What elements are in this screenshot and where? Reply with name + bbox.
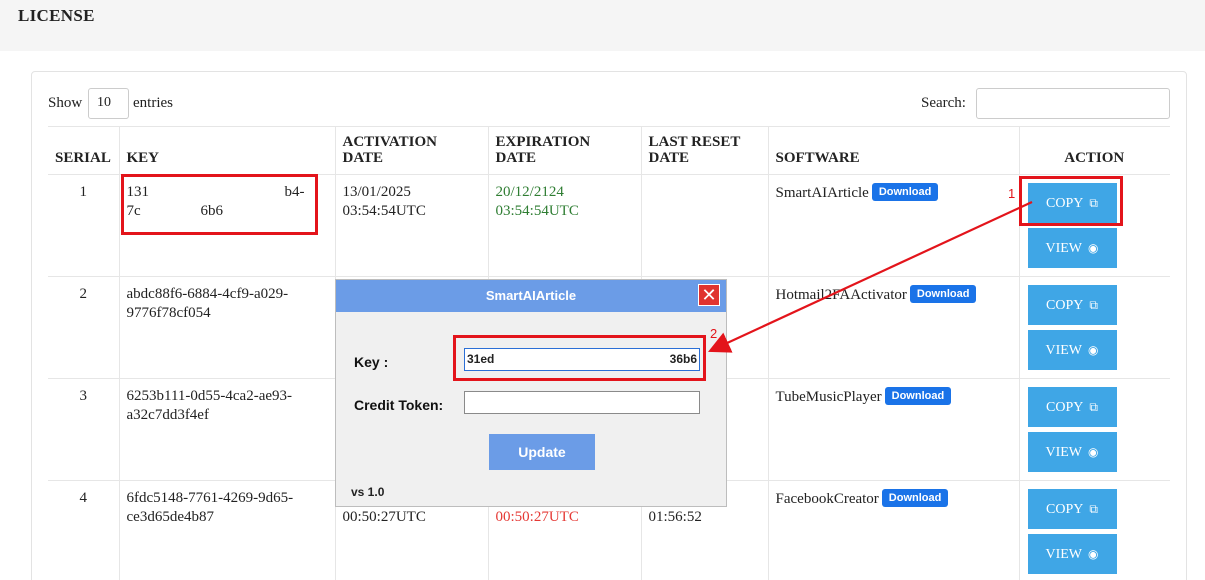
search-input[interactable] <box>976 88 1170 119</box>
header-software[interactable]: SOFTWARE <box>768 126 1020 175</box>
eye-icon: ◉ <box>1088 343 1099 357</box>
software-name: TubeMusicPlayer <box>775 389 882 405</box>
eye-icon: ◉ <box>1088 445 1099 459</box>
header-last-reset-line1: LAST RESET <box>648 134 741 150</box>
header-key[interactable]: KEY <box>119 126 336 175</box>
activation-date: 13/01/2025 <box>342 184 411 200</box>
page-header <box>0 0 1205 51</box>
view-button[interactable]: VIEW ◉ <box>1027 228 1117 268</box>
software-name: SmartAIArticle <box>775 185 869 201</box>
credit-token-input[interactable] <box>464 391 700 414</box>
download-button[interactable]: Download <box>909 285 977 303</box>
key-input-highlight-box <box>453 335 706 381</box>
copy-icon: ⧉ <box>1089 298 1098 312</box>
serial-cell: 2 <box>48 276 120 379</box>
software-cell: SmartAIArticle Download <box>768 174 1020 277</box>
expiration-cell: 20/12/2124 03:54:54UTC <box>488 174 642 277</box>
view-label: VIEW <box>1045 241 1083 256</box>
eye-icon: ◉ <box>1088 547 1099 561</box>
view-label: VIEW <box>1045 445 1083 460</box>
update-button[interactable]: Update <box>489 434 595 470</box>
copy-icon: ⧉ <box>1089 502 1098 516</box>
expiration-date: 20/12/2124 <box>495 184 564 200</box>
serial-cell: 3 <box>48 378 120 481</box>
key-highlight-box <box>121 174 318 235</box>
copy-label: COPY <box>1046 298 1084 313</box>
key-line: 6fdc5148-7761-4269-9d65- <box>126 490 294 506</box>
last-reset-time: 01:56:52 <box>648 509 702 525</box>
download-button[interactable]: Download <box>881 489 949 507</box>
version-label: vs 1.0 <box>351 485 385 499</box>
view-button[interactable]: VIEW ◉ <box>1027 534 1117 574</box>
key-line: a32c7dd3f4ef <box>126 407 209 423</box>
close-icon[interactable]: ✕ <box>698 284 720 306</box>
key-cell: 6fdc5148-7761-4269-9d65- ce3d65de4b87 <box>119 480 336 580</box>
page-title: LICENSE <box>18 6 95 25</box>
key-cell: abdc88f6-6884-4cf9-a029- 9776f78cf054 <box>119 276 336 379</box>
software-name: FacebookCreator <box>775 491 879 507</box>
copy-highlight-box <box>1019 176 1123 226</box>
expiration-time: 00:50:27UTC <box>495 509 579 525</box>
serial-cell: 1 <box>48 174 120 277</box>
action-cell: COPY ⧉ VIEW ◉ <box>1019 480 1170 580</box>
annotation-number-2: 2 <box>710 326 718 341</box>
copy-button[interactable]: COPY ⧉ <box>1027 387 1117 427</box>
software-cell: Hotmail2FAActivator Download <box>768 276 1020 379</box>
activation-time: 03:54:54UTC <box>342 203 426 219</box>
software-name: Hotmail2FAActivator <box>775 287 907 303</box>
eye-icon: ◉ <box>1088 241 1099 255</box>
header-serial[interactable]: SERIAL <box>48 126 120 175</box>
copy-icon: ⧉ <box>1089 400 1098 414</box>
table-header-row: SERIAL KEY ACTIVATION DATE EXPIRATION DA… <box>48 126 1170 175</box>
copy-button[interactable]: COPY ⧉ <box>1027 489 1117 529</box>
credit-token-label: Credit Token: <box>354 397 444 413</box>
software-cell: FacebookCreator Download <box>768 480 1020 580</box>
header-action[interactable]: ACTION <box>1019 126 1170 175</box>
header-activation-date[interactable]: ACTIVATION DATE <box>335 126 489 175</box>
annotation-number-1: 1 <box>1008 186 1016 201</box>
header-last-reset-line2: DATE <box>648 150 690 166</box>
entries-select[interactable]: 10 <box>88 88 129 119</box>
view-button[interactable]: VIEW ◉ <box>1027 330 1117 370</box>
search-label: Search: <box>921 95 966 111</box>
license-dialog: SmartAIArticle ✕ Key : 31ed 36b6 Credit … <box>335 279 727 507</box>
view-label: VIEW <box>1045 343 1083 358</box>
activation-time: 00:50:27UTC <box>342 509 426 525</box>
copy-button[interactable]: COPY ⧉ <box>1027 285 1117 325</box>
copy-label: COPY <box>1046 400 1084 415</box>
entries-label: entries <box>133 95 173 111</box>
copy-label: COPY <box>1046 502 1084 517</box>
last-reset-cell <box>641 174 769 277</box>
key-line: 6253b111-0d55-4ca2-ae93- <box>126 388 293 404</box>
download-button[interactable]: Download <box>884 387 952 405</box>
expiration-time: 03:54:54UTC <box>495 203 579 219</box>
software-cell: TubeMusicPlayer Download <box>768 378 1020 481</box>
key-line: abdc88f6-6884-4cf9-a029- <box>126 286 289 302</box>
activation-cell: 13/01/2025 03:54:54UTC <box>335 174 489 277</box>
view-label: VIEW <box>1045 547 1083 562</box>
header-expiration-date[interactable]: EXPIRATION DATE <box>488 126 642 175</box>
key-line: 9776f78cf054 <box>126 305 211 321</box>
dialog-title: SmartAIArticle <box>485 288 577 303</box>
action-cell: COPY ⧉ VIEW ◉ <box>1019 276 1170 379</box>
show-label: Show <box>48 95 83 111</box>
action-cell: COPY ⧉ VIEW ◉ <box>1019 378 1170 481</box>
serial-cell: 4 <box>48 480 120 580</box>
key-label: Key : <box>354 354 389 370</box>
download-button[interactable]: Download <box>871 183 939 201</box>
key-cell: 6253b111-0d55-4ca2-ae93- a32c7dd3f4ef <box>119 378 336 481</box>
key-line: ce3d65de4b87 <box>126 509 214 525</box>
view-button[interactable]: VIEW ◉ <box>1027 432 1117 472</box>
header-last-reset-date[interactable]: LAST RESET DATE <box>641 126 769 175</box>
